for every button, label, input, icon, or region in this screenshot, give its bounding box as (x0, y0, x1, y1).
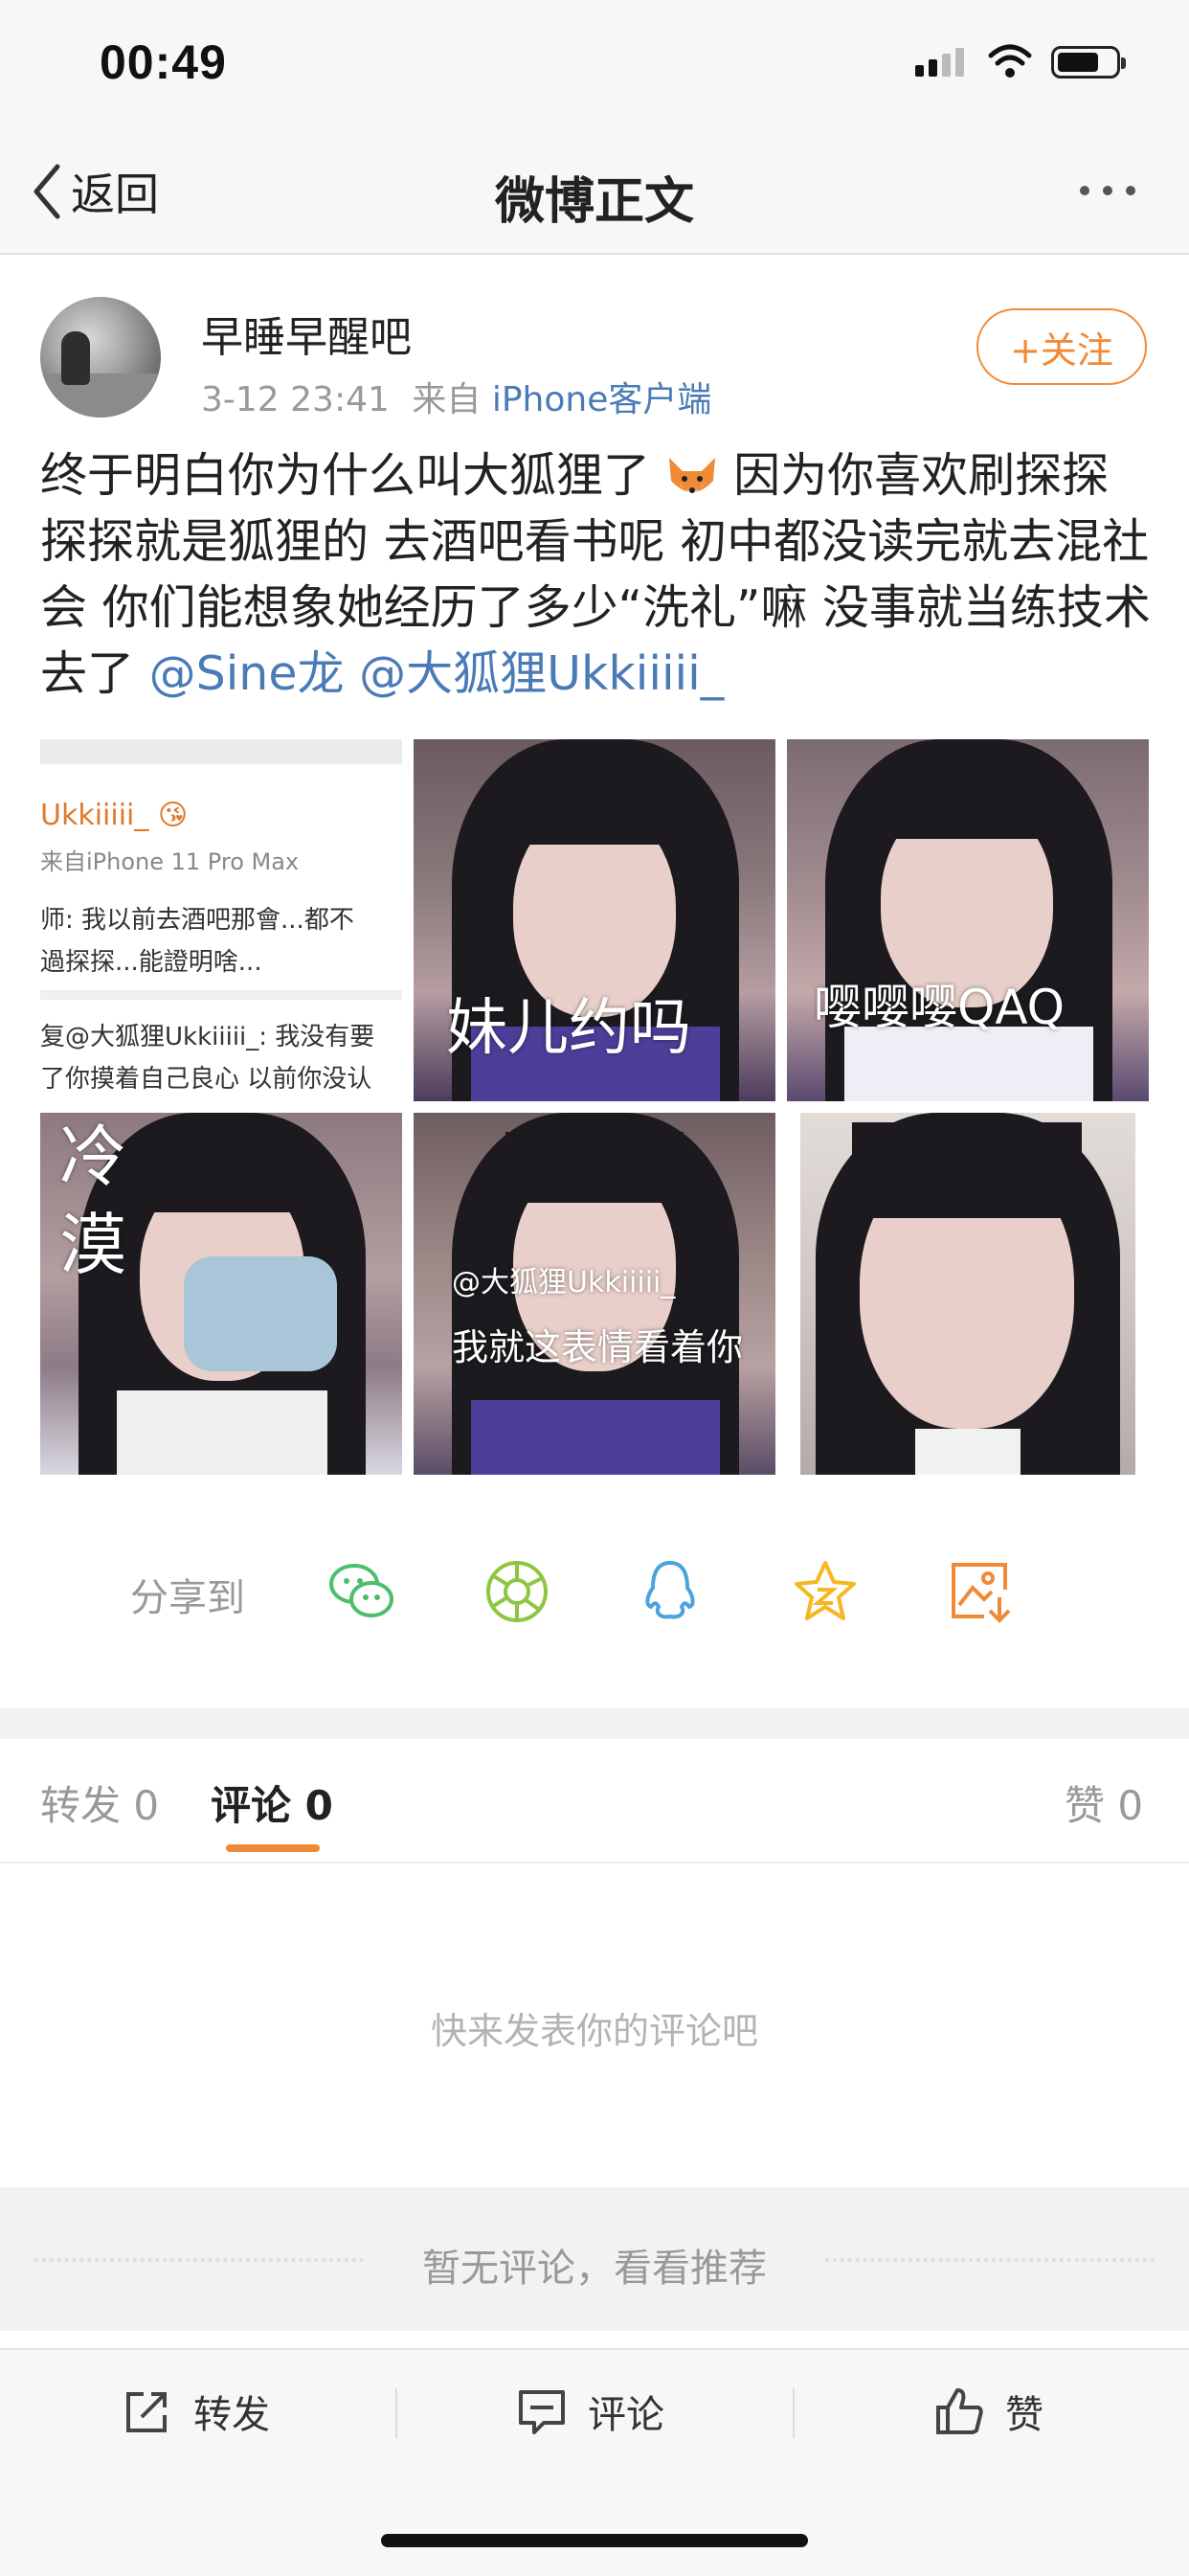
dot (1126, 186, 1135, 195)
dot (1080, 186, 1089, 195)
post-text-line: 去了 @Sine龙 @大狐狸Ukkiiiii_ (40, 646, 725, 701)
favorite-icon[interactable] (791, 1557, 860, 1626)
post-image[interactable] (800, 1113, 1135, 1475)
save-image-icon[interactable] (946, 1557, 1015, 1626)
repost-icon (126, 2392, 167, 2432)
post-text-line: 探探就是狐狸的 去酒吧看书呢 初中都没读完就去混社 (40, 514, 1150, 569)
recommend-text[interactable]: 暂无评论，看看推荐 (0, 2237, 1189, 2293)
tab-like[interactable]: 赞 0 (1065, 1774, 1143, 1832)
more-button[interactable] (1080, 186, 1135, 195)
post-image[interactable]: 嘤嘤嘤QAQ (787, 739, 1149, 1101)
toolbar-divider (793, 2388, 795, 2438)
follow-button[interactable]: +关注 (976, 308, 1147, 385)
post-image[interactable]: 妹儿约吗 (414, 739, 775, 1101)
post-meta: 3-12 23:41 来自 iPhone客户端 (201, 372, 711, 421)
thumbs-up-icon (936, 2388, 983, 2434)
cellular-signal-icon (915, 48, 964, 77)
mention-link[interactable]: @大狐狸Ukkiiiii_ (359, 646, 724, 701)
repost-button[interactable]: 转发 (123, 2383, 270, 2440)
status-time: 00:49 (100, 35, 227, 89)
share-label: 分享到 (130, 1576, 245, 1620)
post-image-screenshot[interactable]: Ukkiiiii_ 😘 来自iPhone 11 Pro Max 师: 我以前去酒… (40, 739, 402, 1101)
post-text-line: 会 你们能想象她经历了多少“洗礼”嘛 没事就当练技术 (40, 580, 1151, 635)
moments-icon[interactable] (482, 1557, 551, 1626)
active-tab-indicator (226, 1844, 320, 1852)
post-text-line: 终于明白你为什么叫大狐狸了 因为你喜欢刷探探 (40, 448, 1110, 503)
section-divider (0, 1708, 1189, 1739)
home-indicator (381, 2534, 808, 2547)
tab-repost[interactable]: 转发 0 (40, 1774, 159, 1832)
tabs-bar (0, 1739, 1189, 1864)
dot (1103, 186, 1112, 195)
comment-icon (519, 2390, 565, 2434)
toolbar-divider (395, 2388, 397, 2438)
username[interactable]: 早睡早醒吧 (201, 303, 412, 364)
empty-comments-hint[interactable]: 快来发表你的评论吧 (0, 2001, 1189, 2054)
wechat-icon[interactable] (327, 1557, 396, 1626)
post-time: 3-12 23:41 (201, 380, 390, 419)
post-image[interactable]: 冷漠 (40, 1113, 402, 1475)
source-prefix: 来自 (412, 380, 482, 419)
wifi-icon (988, 44, 1032, 78)
post-image[interactable]: @大狐狸Ukkiiiii_ 我就这表情看着你 (414, 1113, 775, 1475)
post-source[interactable]: iPhone客户端 (492, 380, 712, 419)
battery-icon (1051, 46, 1126, 79)
mention-link[interactable]: @Sine龙 (149, 646, 345, 701)
qq-icon[interactable] (636, 1557, 705, 1626)
tab-comment[interactable]: 评论 0 (211, 1774, 333, 1832)
page-title: 微博正文 (494, 173, 694, 231)
comment-button[interactable]: 评论 (517, 2383, 664, 2440)
post-text: 终于明白你为什么叫大狐狸了 因为你喜欢刷探探 探探就是狐狸的 去酒吧看书呢 初中… (40, 442, 1151, 707)
fox-emoji-icon (668, 457, 715, 493)
avatar[interactable] (40, 297, 161, 418)
like-button[interactable]: 赞 (934, 2383, 1043, 2440)
